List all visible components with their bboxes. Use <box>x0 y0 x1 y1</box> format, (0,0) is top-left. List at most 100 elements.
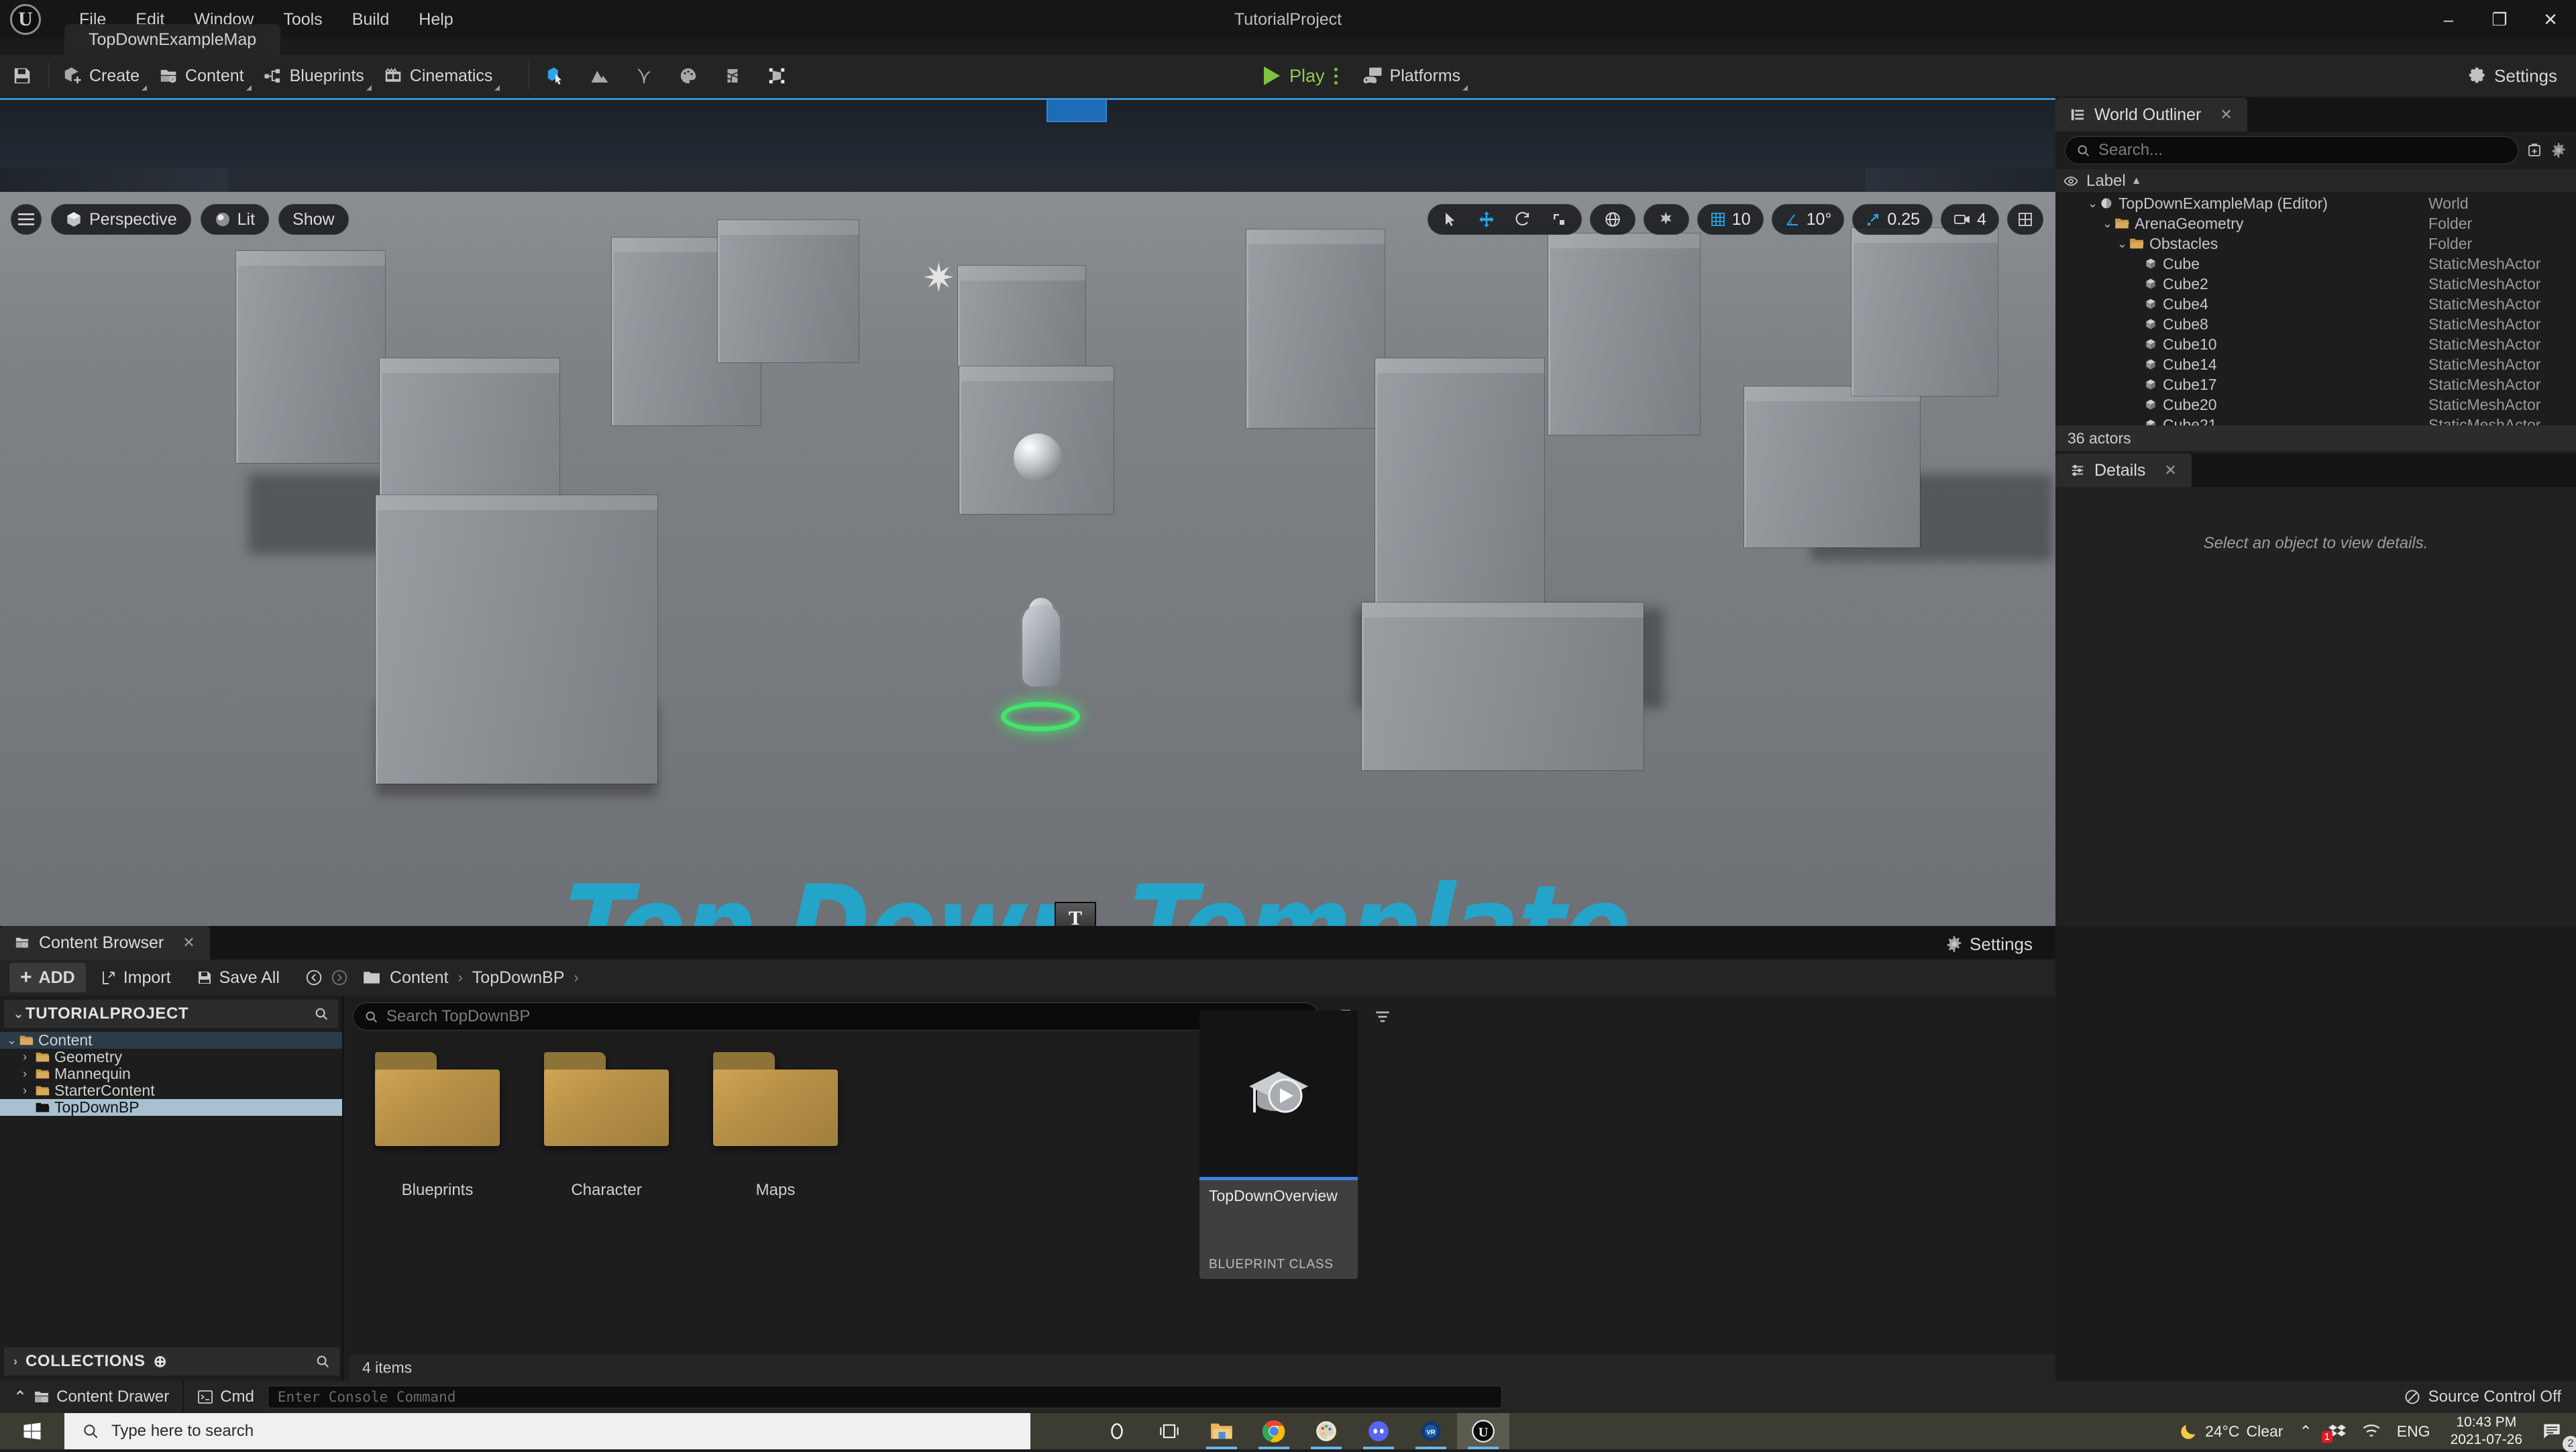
notification-center-icon[interactable]: 2 <box>2534 1413 2576 1452</box>
player-character[interactable] <box>1013 598 1069 712</box>
sources-root-row[interactable]: ⌄ TUTORIALPROJECT <box>4 1000 338 1028</box>
outliner-row[interactable]: Cube2 StaticMeshActor <box>2055 274 2576 294</box>
paint-3d-icon[interactable] <box>1300 1413 1352 1449</box>
obstacle-cube[interactable] <box>1548 234 1700 435</box>
source-tree-row[interactable]: › Geometry <box>0 1048 342 1066</box>
wifi-icon[interactable] <box>2354 1413 2389 1449</box>
chevron-down-icon[interactable]: ⌄ <box>2088 197 2100 211</box>
tab-world-outliner[interactable]: World Outliner ✕ <box>2055 98 2247 132</box>
dropbox-tray-icon[interactable]: 1 <box>2320 1413 2354 1449</box>
move-tool-icon[interactable] <box>1468 204 1505 235</box>
chevron-right-icon[interactable]: › <box>13 1355 25 1369</box>
chevron-down-icon[interactable]: ⌄ <box>13 1007 25 1021</box>
discord-icon[interactable] <box>1352 1413 1405 1449</box>
cortana-icon[interactable] <box>1091 1413 1143 1449</box>
create-button[interactable]: Create <box>53 58 149 93</box>
add-collection-icon[interactable]: ⊕ <box>154 1352 168 1371</box>
chevron-down-icon[interactable]: ⌄ <box>2102 217 2114 231</box>
cmd-button[interactable]: Cmd <box>184 1381 268 1413</box>
obstacle-cube[interactable] <box>718 220 859 362</box>
language-indicator[interactable]: ENG <box>2389 1413 2438 1449</box>
world-coordinate-icon[interactable] <box>1595 204 1631 235</box>
import-button[interactable]: Import <box>90 963 182 992</box>
chevron-down-icon[interactable] <box>142 85 148 91</box>
unreal-editor-icon[interactable]: U <box>1457 1413 1509 1449</box>
console-command-input[interactable]: Enter Console Command <box>267 1386 1502 1408</box>
camera-speed-control[interactable]: 4 <box>1941 204 1999 235</box>
point-light-gizmo-icon[interactable]: ✷ <box>922 259 975 333</box>
select-mode-icon[interactable] <box>533 58 578 93</box>
viewport-camera-mode-button[interactable]: Perspective <box>51 204 191 235</box>
obstacle-cube[interactable] <box>236 251 385 463</box>
tray-expand-button[interactable]: ⌃ <box>2291 1413 2320 1449</box>
asset-search-input[interactable]: Search TopDownBP <box>353 1002 1319 1031</box>
outliner-row[interactable]: Cube8 StaticMeshActor <box>2055 314 2576 334</box>
filter-icon[interactable] <box>1374 1008 1391 1025</box>
chevron-down-icon[interactable] <box>1462 85 1468 91</box>
breadcrumb-topdownbp[interactable]: TopDownBP <box>467 968 570 988</box>
play-button[interactable]: Play <box>1253 58 1348 93</box>
editor-settings-button[interactable]: Settings <box>2459 58 2567 93</box>
content-drawer-button[interactable]: ⌃ Content Drawer <box>0 1381 182 1413</box>
outliner-col-label[interactable]: Label <box>2086 172 2126 191</box>
outliner-search-input[interactable]: Search... <box>2065 136 2518 164</box>
save-icon[interactable] <box>0 58 44 93</box>
breadcrumb-content[interactable]: Content <box>384 968 454 988</box>
folder-tile-blueprints[interactable]: Blueprints <box>353 1036 522 1200</box>
outliner-row[interactable]: ⌄ TopDownExampleMap (Editor) World <box>2055 193 2576 213</box>
outliner-settings-gear-icon[interactable] <box>2551 142 2567 158</box>
save-all-button[interactable]: Save All <box>186 963 290 992</box>
chevron-down-icon[interactable]: ⌄ <box>7 1033 19 1047</box>
source-tree-row[interactable]: › StarterContent <box>0 1082 342 1099</box>
angle-snap-control[interactable]: 10° <box>1771 204 1845 235</box>
obstacle-cube[interactable] <box>1375 358 1544 616</box>
close-icon[interactable]: ✕ <box>2220 106 2232 123</box>
sphere-mesh[interactable] <box>1014 433 1062 482</box>
viewport-show-menu-button[interactable]: Show <box>278 204 349 235</box>
task-view-icon[interactable] <box>1143 1413 1195 1449</box>
outliner-row[interactable]: Cube10 StaticMeshActor <box>2055 334 2576 354</box>
landscape-mode-icon[interactable] <box>578 58 622 93</box>
outliner-row[interactable]: ⌄ ArenaGeometry Folder <box>2055 213 2576 234</box>
select-tool-icon[interactable] <box>1432 204 1468 235</box>
platforms-button[interactable]: Platforms <box>1352 58 1470 93</box>
vr-portal-icon[interactable]: VR <box>1405 1413 1457 1449</box>
back-arrow-icon[interactable] <box>305 969 323 986</box>
outliner-row[interactable]: Cube StaticMeshActor <box>2055 254 2576 274</box>
content-button[interactable]: Content <box>149 58 254 93</box>
obstacle-cube[interactable] <box>376 495 657 784</box>
chevron-down-icon[interactable]: ⌄ <box>2117 237 2129 251</box>
chevron-down-icon[interactable] <box>494 85 500 91</box>
breadcrumb-separator-icon[interactable]: › <box>574 969 578 986</box>
file-explorer-icon[interactable] <box>1195 1413 1248 1449</box>
blueprints-button[interactable]: Blueprints <box>254 58 374 93</box>
chrome-icon[interactable] <box>1248 1413 1300 1449</box>
chevron-right-icon[interactable]: › <box>23 1100 35 1114</box>
taskbar-search-input[interactable]: Type here to search <box>64 1413 1030 1449</box>
source-tree-row[interactable]: › TopDownBP <box>0 1098 342 1116</box>
close-icon[interactable]: ✕ <box>2164 462 2176 479</box>
asset-tile-topdownoverview[interactable]: TopDownOverview BLUEPRINT CLASS <box>1199 1010 1358 1279</box>
search-icon[interactable] <box>314 1006 329 1021</box>
level-viewport[interactable]: ✷ Top Down Template T Z Y Perspective <box>0 98 2055 926</box>
rotate-tool-icon[interactable] <box>1505 204 1541 235</box>
selected-actor-marker[interactable] <box>1046 98 1107 122</box>
mesh-paint-mode-icon[interactable] <box>666 58 710 93</box>
obstacle-cube[interactable] <box>958 266 1085 366</box>
search-icon[interactable] <box>315 1354 330 1369</box>
source-control-status[interactable]: Source Control Off <box>2404 1388 2561 1406</box>
folder-tile-character[interactable]: Character <box>522 1036 691 1200</box>
folder-tile-maps[interactable]: Maps <box>691 1036 860 1200</box>
windows-start-icon[interactable] <box>0 1413 64 1449</box>
fracture-mode-icon[interactable] <box>710 58 755 93</box>
visibility-eye-icon[interactable] <box>2055 174 2086 189</box>
content-browser-settings-button[interactable]: Settings <box>1936 929 2042 959</box>
chevron-down-icon[interactable] <box>246 85 252 91</box>
source-tree-row[interactable]: ⌄ Content <box>0 1031 342 1049</box>
tab-details[interactable]: Details ✕ <box>2055 454 2192 487</box>
collections-bar[interactable]: › COLLECTIONS ⊕ <box>4 1347 339 1376</box>
play-options-icon[interactable] <box>1334 67 1338 85</box>
obstacle-cube[interactable] <box>1246 229 1385 428</box>
source-tree-row[interactable]: › Mannequin <box>0 1065 342 1082</box>
viewport-view-mode-button[interactable]: Lit <box>200 204 270 235</box>
